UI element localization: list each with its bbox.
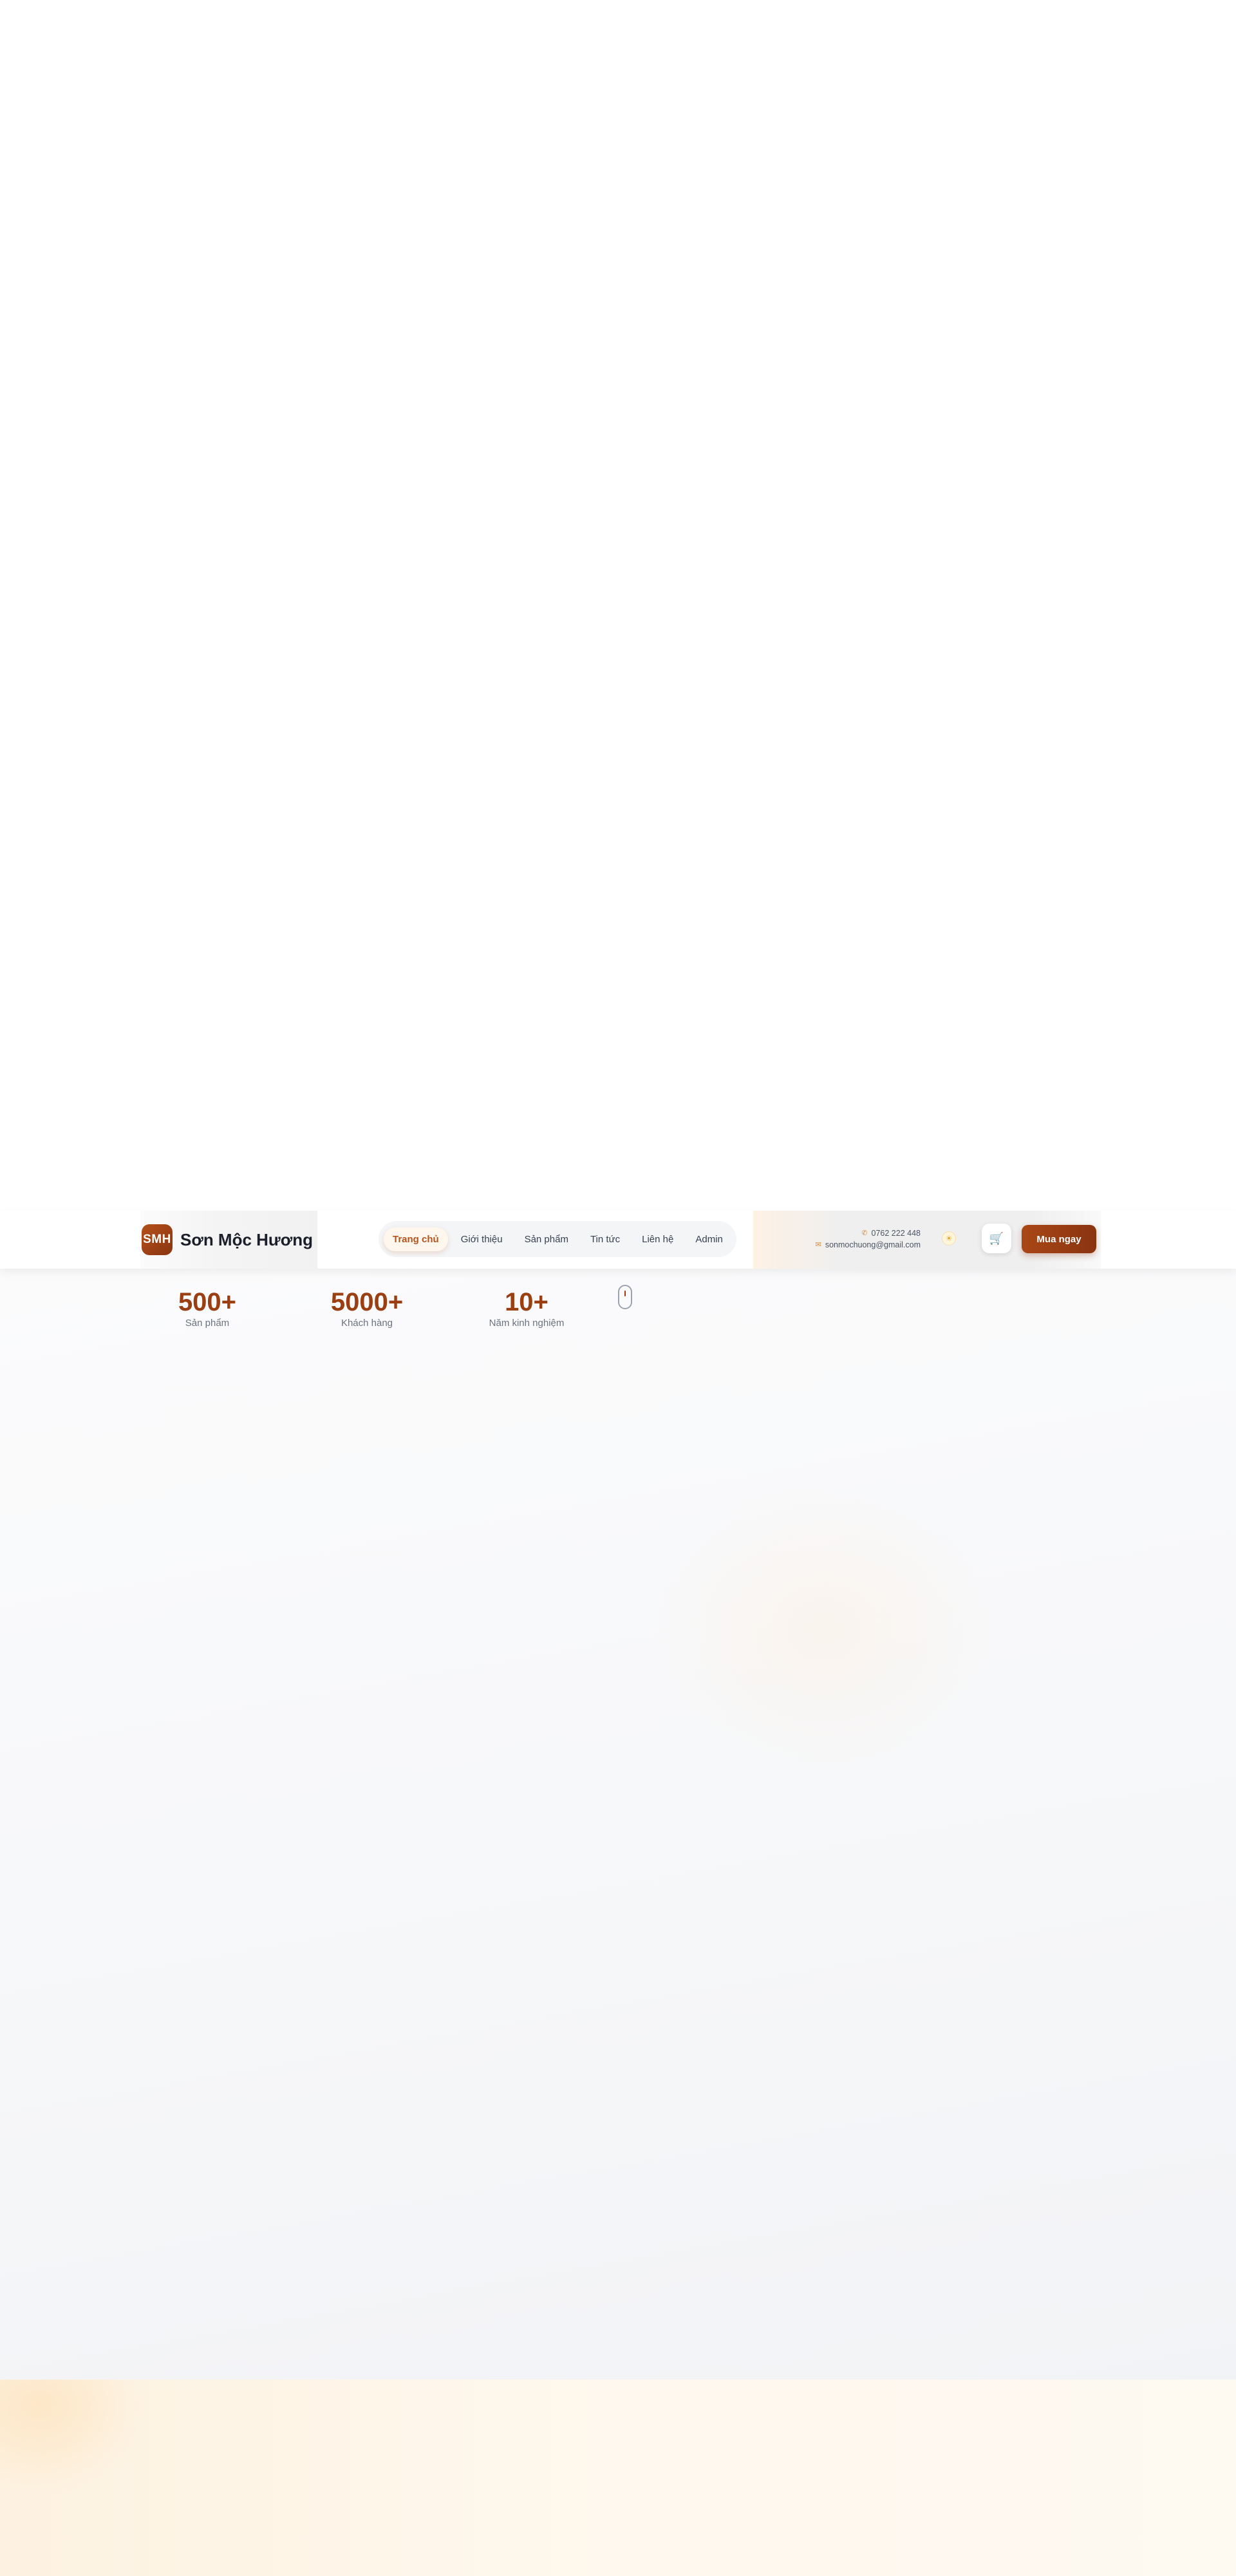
nav-item-admin[interactable]: Admin xyxy=(686,1227,732,1251)
stat-value: 10+ xyxy=(505,1288,548,1316)
brand-name: Sơn Mộc Hương xyxy=(180,1229,314,1249)
stat-customers: 5000+ Khách hàng xyxy=(322,1288,412,1329)
stat-value: 500+ xyxy=(178,1288,237,1316)
scroll-down-indicator[interactable] xyxy=(618,1285,632,1309)
email-address: sonmochuong@gmail.com xyxy=(825,1240,921,1249)
stat-label: Năm kinh nghiệm xyxy=(489,1318,565,1329)
bottom-section xyxy=(0,2380,1236,2576)
phone-number: 0762 222 448 xyxy=(871,1229,921,1238)
logo[interactable]: SMH Sơn Mộc Hương xyxy=(140,1211,317,1269)
nav-item-home[interactable]: Trang chủ xyxy=(384,1227,448,1251)
hero-section xyxy=(0,1269,1236,2380)
contact-phone[interactable]: ✆ 0762 222 448 xyxy=(816,1227,921,1239)
stat-label: Sản phẩm xyxy=(185,1318,230,1329)
cart-button[interactable]: 🛒 xyxy=(982,1224,1011,1253)
nav-item-contact[interactable]: Liên hệ xyxy=(633,1227,682,1251)
mail-icon: ✉ xyxy=(815,1241,821,1249)
nav-item-news[interactable]: Tin tức xyxy=(581,1227,629,1251)
nav-item-products[interactable]: Sản phẩm xyxy=(516,1227,577,1251)
stat-experience: 10+ Năm kinh nghiệm xyxy=(475,1288,578,1329)
phone-icon: ✆ xyxy=(861,1229,868,1237)
contact-email[interactable]: ✉ sonmochuong@gmail.com xyxy=(816,1239,921,1251)
cart-icon: 🛒 xyxy=(989,1231,1004,1245)
blank-top-area xyxy=(0,0,1236,1211)
logo-badge: SMH xyxy=(142,1224,173,1255)
sun-icon: ☀ xyxy=(945,1234,953,1243)
stats-row: 500+ Sản phẩm 5000+ Khách hàng 10+ Năm k… xyxy=(0,1288,644,1340)
nav-item-about[interactable]: Giới thiệu xyxy=(452,1227,512,1251)
stat-products: 500+ Sản phẩm xyxy=(169,1288,246,1329)
main-nav: Trang chủ Giới thiệu Sản phẩm Tin tức Li… xyxy=(379,1221,736,1257)
theme-toggle-button[interactable]: ☀ xyxy=(942,1231,956,1245)
stat-value: 5000+ xyxy=(330,1288,404,1316)
stat-label: Khách hàng xyxy=(341,1318,393,1329)
buy-now-button[interactable]: Mua ngay xyxy=(1022,1225,1096,1253)
